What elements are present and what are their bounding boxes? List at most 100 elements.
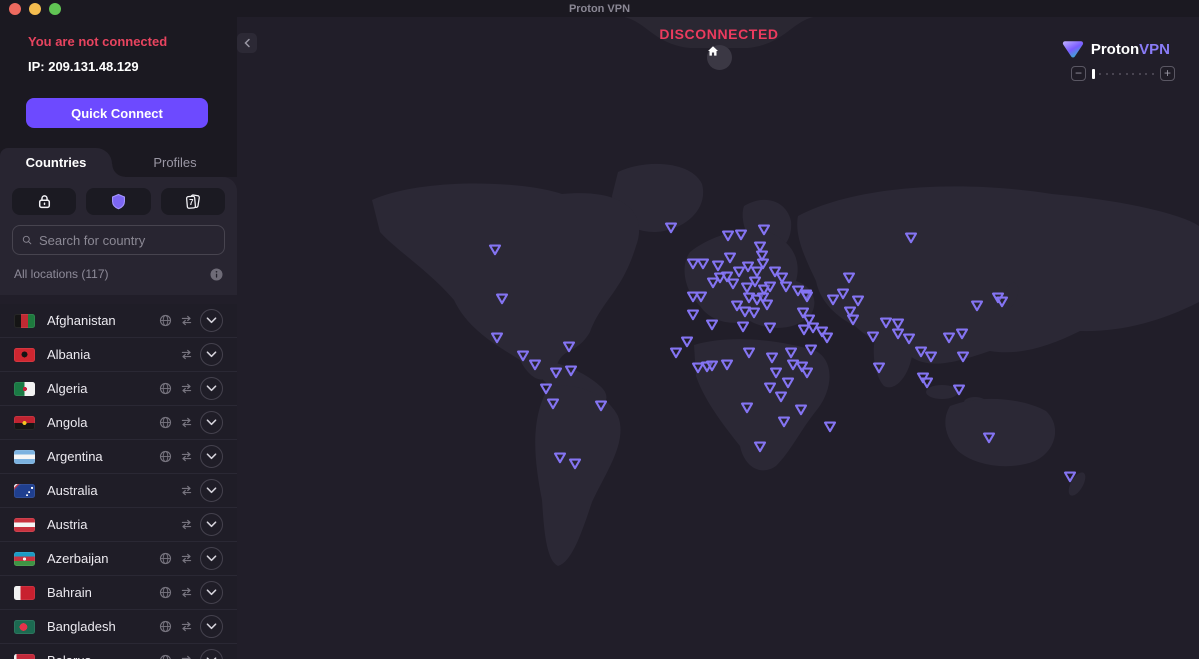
expand-country-button[interactable] <box>200 615 223 638</box>
tor-filter-button[interactable]: 7 <box>161 188 225 215</box>
server-location-pin[interactable] <box>548 366 564 380</box>
country-flag <box>14 654 35 659</box>
server-location-pin[interactable] <box>981 431 997 445</box>
server-location-pin[interactable] <box>865 330 881 344</box>
locations-info-button[interactable] <box>210 268 223 281</box>
server-location-pin[interactable] <box>563 364 579 378</box>
country-row[interactable]: Belarus <box>0 644 237 659</box>
server-location-pin[interactable] <box>561 340 577 354</box>
expand-country-button[interactable] <box>200 513 223 536</box>
expand-country-button[interactable] <box>200 581 223 604</box>
country-flag <box>14 450 35 464</box>
country-row[interactable]: Afghanistan <box>0 304 237 338</box>
country-row[interactable]: Australia <box>0 474 237 508</box>
server-location-pin[interactable] <box>704 318 720 332</box>
server-location-pin[interactable] <box>822 420 838 434</box>
server-location-pin[interactable] <box>679 335 695 349</box>
server-location-pin[interactable] <box>494 292 510 306</box>
country-row[interactable]: Bahrain <box>0 576 237 610</box>
search-input[interactable] <box>39 233 215 248</box>
server-location-pin[interactable] <box>487 243 503 257</box>
expand-country-button[interactable] <box>200 445 223 468</box>
server-location-pin[interactable] <box>722 251 738 265</box>
zoom-out-button[interactable]: − <box>1071 66 1086 81</box>
server-location-pin[interactable] <box>780 376 796 390</box>
server-location-pin[interactable] <box>794 360 810 374</box>
server-location-pin[interactable] <box>527 358 543 372</box>
server-location-pin[interactable] <box>693 290 709 304</box>
sidebar-tabs: Countries Profiles <box>0 148 237 177</box>
server-location-pin[interactable] <box>825 293 841 307</box>
expand-country-button[interactable] <box>200 411 223 434</box>
country-row[interactable]: Algeria <box>0 372 237 406</box>
server-location-pin[interactable] <box>871 361 887 375</box>
chevron-down-icon <box>206 419 217 426</box>
secure-core-filter-button[interactable] <box>12 188 76 215</box>
expand-country-button[interactable] <box>200 547 223 570</box>
zoom-slider[interactable] <box>1092 69 1154 79</box>
expand-country-button[interactable] <box>200 377 223 400</box>
country-row[interactable]: Argentina <box>0 440 237 474</box>
server-location-pin[interactable] <box>756 223 772 237</box>
server-location-pin[interactable] <box>951 383 967 397</box>
server-location-pin[interactable] <box>841 271 857 285</box>
server-location-pin[interactable] <box>552 451 568 465</box>
server-location-pin[interactable] <box>739 401 755 415</box>
server-location-pin[interactable] <box>733 228 749 242</box>
expand-country-button[interactable] <box>200 649 223 659</box>
server-location-pin[interactable] <box>994 295 1010 309</box>
tab-profiles[interactable]: Profiles <box>115 148 235 177</box>
server-location-pin[interactable] <box>685 308 701 322</box>
zoom-slider-handle[interactable] <box>1092 69 1095 79</box>
server-location-pin[interactable] <box>845 313 861 327</box>
server-location-pin[interactable] <box>919 376 935 390</box>
server-location-pin[interactable] <box>954 327 970 341</box>
server-location-pin[interactable] <box>819 331 835 345</box>
netshield-filter-button[interactable] <box>86 188 150 215</box>
country-row[interactable]: Azerbaijan <box>0 542 237 576</box>
server-location-pin[interactable] <box>752 440 768 454</box>
server-location-pin[interactable] <box>538 382 554 396</box>
server-location-pin[interactable] <box>793 403 809 417</box>
server-location-pin[interactable] <box>663 221 679 235</box>
server-location-pin[interactable] <box>923 350 939 364</box>
expand-country-button[interactable] <box>200 309 223 332</box>
server-location-pin[interactable] <box>803 343 819 357</box>
server-location-pin[interactable] <box>773 390 789 404</box>
server-location-pin[interactable] <box>545 397 561 411</box>
server-location-pin[interactable] <box>764 351 780 365</box>
server-location-pin[interactable] <box>776 415 792 429</box>
zoom-in-button[interactable]: + <box>1160 66 1175 81</box>
server-location-pin[interactable] <box>1062 470 1078 484</box>
server-location-pin[interactable] <box>593 399 609 413</box>
country-row[interactable]: Austria <box>0 508 237 542</box>
server-location-pin[interactable] <box>567 457 583 471</box>
server-location-pin[interactable] <box>489 331 505 345</box>
server-location-pin[interactable] <box>903 231 919 245</box>
server-location-pin[interactable] <box>719 358 735 372</box>
tab-countries[interactable]: Countries <box>0 148 112 177</box>
server-location-pin[interactable] <box>969 299 985 313</box>
server-location-pin[interactable] <box>735 320 751 334</box>
country-row[interactable]: Albania <box>0 338 237 372</box>
server-location-pin[interactable] <box>799 290 815 304</box>
server-location-pin[interactable] <box>955 350 971 364</box>
server-location-pin[interactable] <box>704 359 720 373</box>
collapse-sidebar-button[interactable] <box>237 33 257 53</box>
server-location-pin[interactable] <box>746 306 762 320</box>
country-row[interactable]: Bangladesh <box>0 610 237 644</box>
globe-icon <box>158 586 172 599</box>
server-location-pin[interactable] <box>762 321 778 335</box>
country-row[interactable]: Angola <box>0 406 237 440</box>
globe-icon <box>158 450 172 463</box>
quick-connect-button[interactable]: Quick Connect <box>26 98 208 128</box>
server-location-pin[interactable] <box>901 332 917 346</box>
expand-country-button[interactable] <box>200 343 223 366</box>
expand-country-button[interactable] <box>200 479 223 502</box>
map-zoom-control: − + <box>1071 66 1175 81</box>
protonvpn-logo-icon <box>1062 39 1084 59</box>
map-home-button[interactable] <box>707 45 732 70</box>
server-location-pin[interactable] <box>695 257 711 271</box>
server-location-pin[interactable] <box>741 346 757 360</box>
server-location-pin[interactable] <box>705 276 721 290</box>
